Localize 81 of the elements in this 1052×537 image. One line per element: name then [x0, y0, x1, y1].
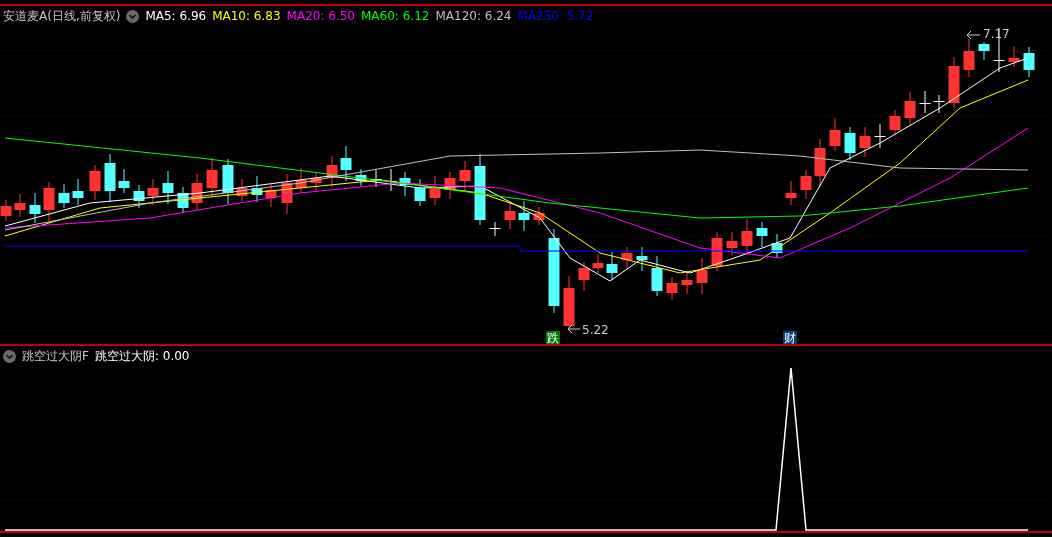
candlestick: [281, 173, 293, 215]
candlestick: [310, 171, 322, 191]
candlestick: [326, 155, 338, 188]
candlestick: [592, 253, 604, 274]
candlestick: [43, 181, 55, 222]
candlestick: [1008, 45, 1020, 68]
candlestick: [844, 126, 856, 161]
candlestick: [978, 41, 990, 61]
candlestick: [0, 199, 12, 222]
candlestick: [1023, 46, 1035, 78]
candlestick: [904, 91, 916, 126]
candlestick: [889, 109, 901, 136]
candlestick: [666, 276, 678, 301]
candlestick: [162, 170, 174, 205]
candlestick: [563, 275, 575, 329]
candlestick: [399, 171, 411, 197]
moving-average-reading: MA20: 6.50: [286, 9, 355, 23]
candlestick: [933, 94, 945, 114]
moving-average-reading: MA10: 6.83: [212, 9, 281, 23]
indicator-reading: 跳空过大阴: 0.00: [94, 347, 190, 365]
event-marker[interactable]: 跌: [546, 331, 560, 344]
candlestick: [919, 90, 931, 114]
candlestick: [711, 231, 723, 272]
candlestick: [295, 167, 307, 194]
candlestick: [340, 145, 352, 182]
candlestick: [251, 175, 263, 203]
candlestick: [133, 184, 145, 209]
candlestick: [222, 158, 234, 205]
chevron-down-icon[interactable]: [3, 349, 16, 363]
candlestick: [265, 183, 277, 208]
candlestick: [874, 123, 886, 149]
moving-average-reading: MA5: 6.96: [145, 9, 207, 23]
indicator-name: 跳空过大阴F: [22, 347, 89, 365]
candlestick: [459, 160, 471, 193]
arrow-icon: [966, 30, 981, 40]
candlestick: [191, 173, 203, 211]
candlestick: [606, 251, 618, 281]
event-marker[interactable]: 财: [783, 331, 797, 344]
candlestick: [29, 192, 41, 224]
chevron-down-icon[interactable]: [126, 9, 140, 23]
candlestick: [533, 206, 545, 226]
candlestick: [756, 221, 768, 248]
moving-average-reading: MA120: 6.24: [435, 9, 512, 23]
candlestick: [785, 180, 797, 206]
candlestick: [963, 38, 975, 78]
candlestick: [771, 233, 783, 259]
candlestick: [72, 178, 84, 206]
candlestick: [829, 117, 841, 152]
candlestick: [429, 175, 441, 206]
candlestick: [355, 168, 367, 187]
candlestick: [636, 246, 648, 272]
candlestick: [489, 221, 501, 237]
candlestick: [696, 257, 708, 295]
candlestick: [814, 138, 826, 188]
candlestick: [621, 246, 633, 270]
candlestick: [104, 153, 116, 203]
arrow-icon: [567, 324, 581, 334]
moving-average-reading: MA60: 6.12: [361, 9, 430, 23]
candlestick: [177, 186, 189, 214]
candlestick: [89, 164, 101, 201]
candlestick: [236, 178, 248, 202]
stock-title: 安道麦A(日线,前复权): [3, 7, 121, 25]
low-price-label: 5.22: [582, 323, 609, 337]
candlestick: [518, 200, 530, 232]
candlestick: [14, 193, 26, 218]
candlestick: [58, 183, 70, 209]
candlestick: [414, 178, 426, 207]
candlestick: [859, 126, 871, 158]
candlestick: [651, 255, 663, 297]
candlestick: [147, 178, 159, 206]
candlestick: [118, 168, 130, 194]
candlestick: [800, 169, 812, 200]
candlestick: [681, 270, 693, 295]
candlestick: [206, 157, 218, 198]
candlestick: [726, 231, 738, 256]
candlestick: [948, 56, 960, 109]
candlestick: [504, 201, 516, 230]
moving-average-reading: MA250: 5.72: [517, 9, 594, 23]
candlestick: [578, 261, 590, 292]
candlestick: [444, 171, 456, 200]
candlestick: [741, 218, 753, 256]
